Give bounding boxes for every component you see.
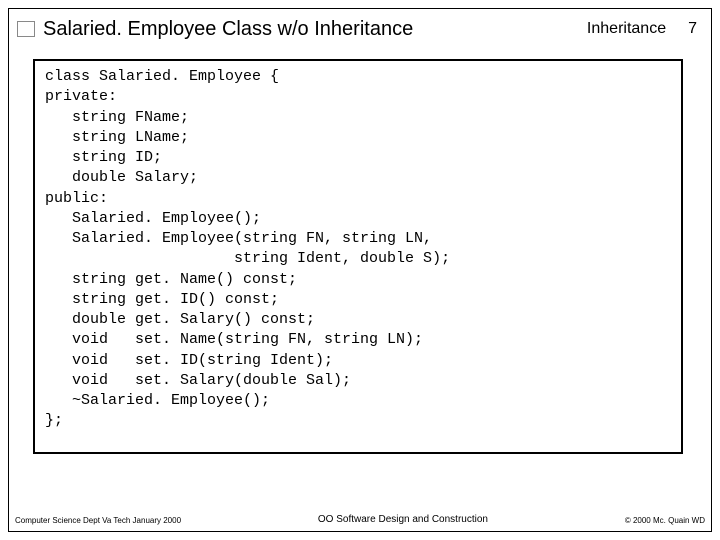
code-box: class Salaried. Employee { private: stri… (33, 59, 683, 454)
page-number: 7 (688, 20, 697, 38)
topic-label: Inheritance (587, 20, 666, 38)
slide-footer: Computer Science Dept Va Tech January 20… (15, 514, 705, 525)
footer-left: Computer Science Dept Va Tech January 20… (15, 516, 181, 525)
slide-header: Salaried. Employee Class w/o Inheritance… (17, 13, 703, 45)
footer-center: OO Software Design and Construction (318, 514, 488, 525)
footer-right: © 2000 Mc. Quain WD (625, 516, 705, 525)
slide-frame: Salaried. Employee Class w/o Inheritance… (8, 8, 712, 532)
bullet-icon (17, 21, 35, 37)
slide-title: Salaried. Employee Class w/o Inheritance (43, 18, 587, 41)
header-right: Inheritance 7 (587, 20, 697, 38)
